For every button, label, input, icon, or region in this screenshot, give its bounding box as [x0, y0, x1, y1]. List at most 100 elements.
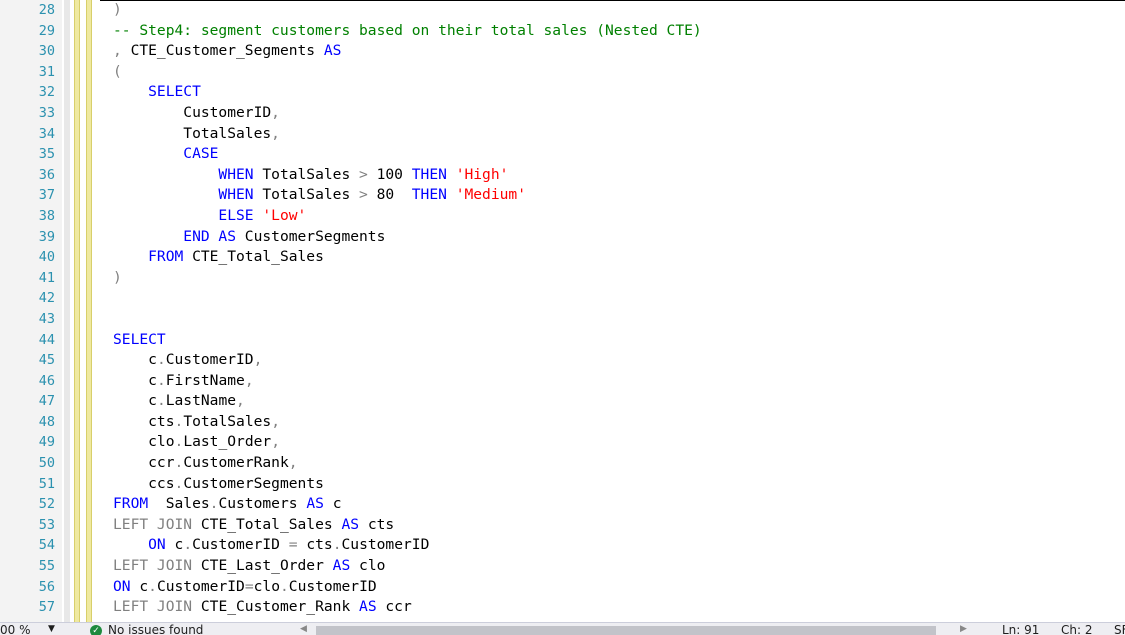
code-line[interactable]: 31 (	[0, 62, 1125, 83]
code-token: ccs	[113, 474, 175, 492]
line-number: 40	[38, 249, 55, 266]
code-token: CustomerSegments	[183, 474, 324, 492]
code-text[interactable]: SELECT	[113, 330, 166, 351]
line-number: 29	[38, 22, 55, 39]
scroll-left-icon[interactable]: ◀	[300, 623, 307, 635]
code-line[interactable]: 50 ccr.CustomerRank,	[0, 453, 1125, 474]
code-line[interactable]: 32 SELECT	[0, 82, 1125, 103]
code-line[interactable]: 48 cts.TotalSales,	[0, 412, 1125, 433]
code-text[interactable]: (	[113, 62, 122, 83]
issues-status[interactable]: No issues found	[108, 624, 203, 635]
code-text[interactable]: ON c.CustomerID=clo.CustomerID	[113, 577, 377, 598]
code-line[interactable]: 38 ELSE 'Low'	[0, 206, 1125, 227]
chevron-down-icon[interactable]: ▼	[48, 623, 55, 635]
code-token: >	[359, 186, 377, 204]
code-line[interactable]: 34 TotalSales,	[0, 124, 1125, 145]
line-number: 48	[38, 413, 55, 430]
code-line[interactable]: 52 FROM Sales.Customers AS c	[0, 494, 1125, 515]
code-token: clo	[113, 433, 175, 451]
code-line[interactable]: 56 ON c.CustomerID=clo.CustomerID	[0, 577, 1125, 598]
code-token: FROM	[113, 495, 166, 513]
code-line[interactable]: 41)	[0, 268, 1125, 289]
code-text[interactable]: WHEN TotalSales > 80 THEN 'Medium'	[113, 185, 526, 206]
code-text[interactable]: TotalSales,	[113, 124, 280, 145]
code-text[interactable]: ON c.CustomerID = cts.CustomerID	[113, 535, 429, 556]
code-text[interactable]: ccs.CustomerSegments	[113, 474, 324, 495]
code-line[interactable]: 46 c.FirstName,	[0, 371, 1125, 392]
code-token: Customers	[218, 495, 307, 513]
code-text[interactable]: LEFT JOIN CTE_Customer_Rank AS ccr	[113, 597, 412, 618]
code-line[interactable]: 53 LEFT JOIN CTE_Total_Sales AS cts	[0, 515, 1125, 536]
code-line[interactable]: 35 CASE	[0, 144, 1125, 165]
code-line[interactable]: 57 LEFT JOIN CTE_Customer_Rank AS ccr	[0, 597, 1125, 618]
code-text[interactable]: LEFT JOIN CTE_Total_Sales AS cts	[113, 515, 394, 536]
code-text[interactable]: clo.Last_Order,	[113, 432, 280, 453]
code-text[interactable]: FROM CTE_Total_Sales	[113, 247, 324, 268]
code-line[interactable]: 54 ON c.CustomerID = cts.CustomerID	[0, 535, 1125, 556]
code-line[interactable]: 36 WHEN TotalSales > 100 THEN 'High'	[0, 165, 1125, 186]
code-token: .	[332, 536, 342, 554]
code-token: CTE_Customer_Segments	[130, 42, 324, 60]
code-line[interactable]: 37 WHEN TotalSales > 80 THEN 'Medium'	[0, 185, 1125, 206]
code-text[interactable]: -- Step4: segment customers based on the…	[113, 21, 702, 42]
code-text[interactable]: CASE	[113, 144, 218, 165]
code-token: SELECT	[113, 83, 201, 101]
code-text[interactable]: CustomerID,	[113, 103, 280, 124]
code-token: CustomerID	[288, 577, 377, 595]
code-token: .	[174, 454, 184, 472]
code-token: AS	[323, 42, 342, 60]
code-line[interactable]: 39 END AS CustomerSegments	[0, 227, 1125, 248]
line-number: 35	[38, 146, 55, 163]
code-line[interactable]: 28)	[0, 0, 1125, 21]
line-indicator: Ln: 91	[1002, 623, 1040, 635]
code-line[interactable]: 51 ccs.CustomerSegments	[0, 474, 1125, 495]
code-line[interactable]: 30, CTE_Customer_Segments AS	[0, 41, 1125, 62]
code-token: FirstName	[165, 371, 245, 389]
code-token: ,	[288, 454, 298, 472]
code-line[interactable]: 40 FROM CTE_Total_Sales	[0, 247, 1125, 268]
code-editor[interactable]: 28) 29 -- Step4: segment customers based o…	[0, 0, 1125, 622]
code-token: .	[174, 433, 184, 451]
code-line[interactable]: 45 c.CustomerID,	[0, 350, 1125, 371]
code-text[interactable]: )	[113, 268, 122, 289]
code-token: c	[332, 495, 342, 513]
code-text[interactable]: c.FirstName,	[113, 371, 253, 392]
code-line[interactable]: 44 SELECT	[0, 330, 1125, 351]
code-text[interactable]: , CTE_Customer_Segments AS	[113, 41, 341, 62]
code-text[interactable]: SELECT	[113, 82, 201, 103]
line-number: 32	[38, 84, 55, 101]
code-token: SELECT	[113, 330, 166, 348]
code-text[interactable]: c.LastName,	[113, 391, 245, 412]
code-token: CTE_Total_Sales	[200, 515, 342, 533]
code-text[interactable]: c.CustomerID,	[113, 350, 262, 371]
code-text[interactable]: ccr.CustomerRank,	[113, 453, 298, 474]
code-token: CustomerID	[156, 577, 245, 595]
code-text[interactable]: END AS CustomerSegments	[113, 227, 385, 248]
line-number: 38	[38, 207, 55, 224]
line-number: 37	[38, 187, 55, 204]
code-line[interactable]: 42	[0, 288, 1125, 309]
code-line[interactable]: 43	[0, 309, 1125, 330]
zoom-level[interactable]: 00 %	[0, 624, 31, 635]
code-text[interactable]: LEFT JOIN CTE_Last_Order AS clo	[113, 556, 385, 577]
code-token: AS	[332, 557, 360, 575]
code-token: CustomerID	[192, 536, 289, 554]
code-line[interactable]: 33 CustomerID,	[0, 103, 1125, 124]
code-text[interactable]: cts.TotalSales,	[113, 412, 280, 433]
code-text[interactable]: )	[113, 0, 122, 21]
code-token: CustomerID	[165, 351, 254, 369]
code-line[interactable]: 55 LEFT JOIN CTE_Last_Order AS clo	[0, 556, 1125, 577]
code-lines[interactable]: 28) 29 -- Step4: segment customers based o…	[0, 0, 1125, 618]
line-number: 33	[38, 104, 55, 121]
code-text[interactable]: WHEN TotalSales > 100 THEN 'High'	[113, 165, 508, 186]
scroll-right-icon[interactable]: ▶	[960, 623, 967, 635]
code-line[interactable]: 47 c.LastName,	[0, 391, 1125, 412]
code-text[interactable]: ELSE 'Low'	[113, 206, 306, 227]
code-line[interactable]: 29 -- Step4: segment customers based on t…	[0, 21, 1125, 42]
code-token: AS	[341, 515, 368, 533]
code-token: FROM	[113, 248, 193, 266]
code-text[interactable]: FROM Sales.Customers AS c	[113, 494, 341, 515]
code-line[interactable]: 49 clo.Last_Order,	[0, 432, 1125, 453]
code-token: Sales	[165, 495, 210, 513]
code-token: WHEN	[113, 186, 263, 204]
